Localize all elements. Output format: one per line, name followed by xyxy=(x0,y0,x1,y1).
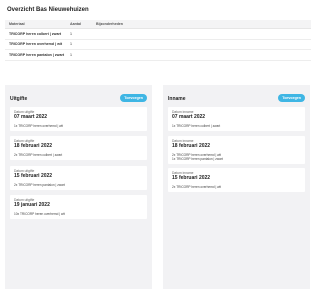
entry-item: 1x TRICORP heren colbert | zwart xyxy=(172,124,221,129)
cell-materiaal: TRICORP heren colbert | zwart xyxy=(9,31,62,36)
cell-aantal: 1 xyxy=(70,42,72,47)
entry-date: 15 februari 2022 xyxy=(172,175,211,182)
table-row: TRICORP heren overhemd | wit 1 xyxy=(5,39,311,50)
entry-date: 18 februari 2022 xyxy=(14,143,53,150)
column-header-bijzonderheden: Bijzonderheden xyxy=(96,22,123,26)
cell-materiaal: TRICORP heren pantalon | zwart xyxy=(9,52,65,57)
inname-title: Inname xyxy=(168,96,186,102)
column-header-aantal: Aantal xyxy=(70,22,81,26)
entry-date: 18 februari 2022 xyxy=(172,143,211,150)
material-table: Materiaal Aantal Bijzonderheden TRICORP … xyxy=(5,20,311,61)
cell-materiaal: TRICORP heren overhemd | wit xyxy=(9,42,63,47)
table-row: TRICORP heren pantalon | zwart 1 xyxy=(5,50,311,61)
entry-item: 10x TRICORP heren overhemd | wit xyxy=(14,212,65,217)
inname-add-button[interactable]: Toevoegen xyxy=(278,94,305,102)
cell-aantal: 1 xyxy=(70,31,72,36)
entry-item: 2x TRICORP heren pantalon | zwart xyxy=(14,183,65,188)
table-header: Materiaal Aantal Bijzonderheden xyxy=(5,20,311,29)
uitgifte-entry[interactable]: Datum uitgifte 18 februari 2022 2x TRICO… xyxy=(10,136,147,161)
entry-item: 1x TRICORP heren pantalon | zwart xyxy=(172,157,223,162)
entry-item: 2x TRICORP heren colbert | zwart xyxy=(14,153,63,158)
uitgifte-entry[interactable]: Datum uitgifte 07 maart 2022 1x TRICORP … xyxy=(10,107,147,132)
uitgifte-panel: Uitgifte Toevoegen Datum uitgifte 07 maa… xyxy=(5,85,152,289)
uitgifte-entry[interactable]: Datum uitgifte 15 februari 2022 2x TRICO… xyxy=(10,166,147,191)
uitgifte-title: Uitgifte xyxy=(10,96,28,102)
entry-item: 2x TRICORP heren overhemd | wit xyxy=(172,185,222,190)
inname-entry[interactable]: Datum inname 18 februari 2022 2x TRICORP… xyxy=(168,136,305,165)
entry-date: 07 maart 2022 xyxy=(14,114,48,121)
uitgifte-add-button[interactable]: Toevoegen xyxy=(120,94,147,102)
page-title: Overzicht Bas Nieuwehuizen xyxy=(7,7,89,13)
entry-item: 1x TRICORP heren overhemd | wit xyxy=(14,124,64,129)
entry-date: 07 maart 2022 xyxy=(172,114,206,121)
cell-aantal: 1 xyxy=(70,52,72,57)
inname-panel: Inname Toevoegen Datum inname 07 maart 2… xyxy=(163,85,310,289)
column-header-materiaal: Materiaal xyxy=(9,22,25,26)
entry-date: 19 januari 2022 xyxy=(14,202,50,209)
entry-date: 15 februari 2022 xyxy=(14,173,53,180)
inname-entry[interactable]: Datum inname 15 februari 2022 2x TRICORP… xyxy=(168,168,305,193)
uitgifte-entry[interactable]: Datum uitgifte 19 januari 2022 10x TRICO… xyxy=(10,195,147,220)
inname-entry[interactable]: Datum inname 07 maart 2022 1x TRICORP he… xyxy=(168,107,305,132)
table-row: TRICORP heren colbert | zwart 1 xyxy=(5,29,311,40)
